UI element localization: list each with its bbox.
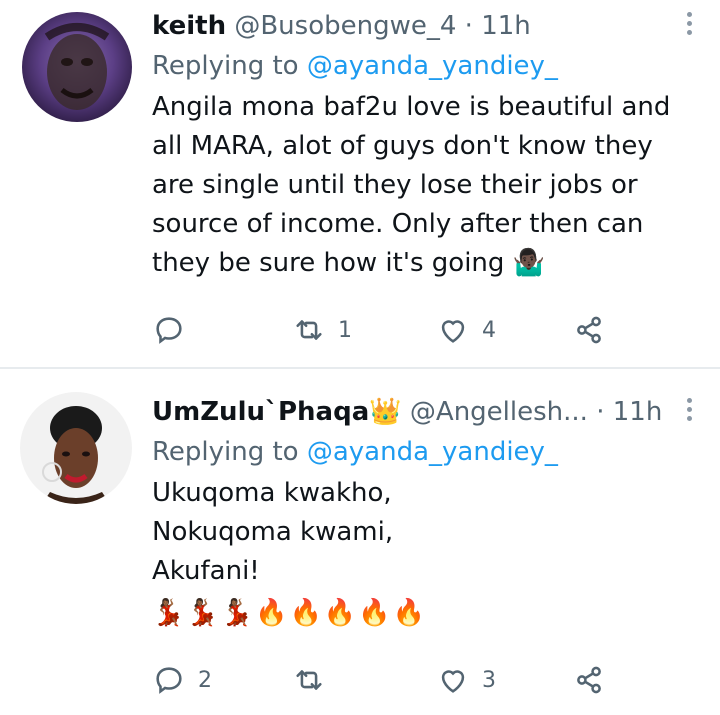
mention-link[interactable]: @ayanda_yandiey_ bbox=[307, 51, 558, 81]
retweet-button[interactable] bbox=[292, 660, 338, 700]
fire-emoji: 🔥 bbox=[358, 597, 391, 628]
retweet-button[interactable]: 1 bbox=[292, 310, 352, 350]
replying-to: Replying to @ayanda_yandiey_ bbox=[152, 434, 700, 470]
tweet-header: UmZulu`Phaqa👑 @Angellesh... · 11h bbox=[152, 392, 700, 432]
display-name[interactable]: keith bbox=[152, 11, 226, 41]
tweet-actions: 2 3 bbox=[152, 660, 700, 700]
reply-count: 2 bbox=[198, 667, 212, 693]
tweet[interactable]: UmZulu`Phaqa👑 @Angellesh... · 11h Replyi… bbox=[0, 370, 720, 715]
retweet-count: 1 bbox=[338, 317, 352, 343]
replying-to-label: Replying to bbox=[152, 51, 299, 81]
more-icon[interactable] bbox=[684, 398, 694, 426]
reply-button[interactable] bbox=[152, 310, 198, 350]
reply-button[interactable]: 2 bbox=[152, 660, 212, 700]
like-count: 3 bbox=[482, 667, 496, 693]
timestamp[interactable]: 11h bbox=[481, 11, 531, 41]
tweet-divider bbox=[0, 367, 720, 369]
tweet-line: Akufani! bbox=[152, 556, 260, 586]
like-count: 4 bbox=[482, 317, 496, 343]
fire-emoji: 🔥 bbox=[289, 597, 322, 628]
like-icon bbox=[441, 670, 465, 693]
avatar[interactable] bbox=[22, 12, 132, 122]
avatar[interactable] bbox=[20, 392, 132, 504]
mention-link[interactable]: @ayanda_yandiey_ bbox=[307, 437, 558, 467]
display-name[interactable]: UmZulu`Phaqa bbox=[152, 397, 369, 427]
reply-icon bbox=[156, 667, 182, 694]
dancer-emoji: 💃🏾 bbox=[186, 597, 219, 628]
replying-to-label: Replying to bbox=[152, 437, 299, 467]
user-handle[interactable]: @Angellesh... bbox=[410, 397, 588, 427]
like-icon bbox=[441, 320, 465, 343]
tweet-text: Ukuqoma kwakho, Nokuqoma kwami, Akufani! bbox=[152, 474, 700, 591]
retweet-icon bbox=[296, 320, 322, 340]
separator-dot: · bbox=[596, 397, 605, 427]
like-button[interactable]: 4 bbox=[436, 310, 496, 350]
crown-emoji: 👑 bbox=[369, 397, 402, 427]
shrug-emoji: 🤷🏿‍♂️ bbox=[512, 248, 546, 278]
tweet-line: Ukuqoma kwakho, bbox=[152, 478, 392, 508]
tweet[interactable]: keith @Busobengwe_4 · 11h Replying to @a… bbox=[0, 0, 720, 368]
emoji-row: 💃🏾 💃🏾 💃🏾 🔥 🔥 🔥 🔥 🔥 bbox=[152, 593, 700, 633]
timestamp[interactable]: 11h bbox=[613, 397, 663, 427]
like-button[interactable]: 3 bbox=[436, 660, 496, 700]
user-handle[interactable]: @Busobengwe_4 bbox=[234, 11, 456, 41]
dancer-emoji: 💃🏾 bbox=[152, 597, 185, 628]
fire-emoji: 🔥 bbox=[392, 597, 425, 628]
tweet-header: keith @Busobengwe_4 · 11h bbox=[152, 6, 700, 46]
reply-icon bbox=[156, 317, 182, 344]
fire-emoji: 🔥 bbox=[323, 597, 357, 628]
separator-dot: · bbox=[464, 11, 473, 41]
replying-to: Replying to @ayanda_yandiey_ bbox=[152, 48, 700, 84]
more-icon[interactable] bbox=[684, 12, 694, 40]
dancer-emoji: 💃🏾 bbox=[220, 597, 254, 628]
tweet-text: Angila mona baf2u love is beautiful and … bbox=[152, 88, 700, 283]
tweet-text-body: Angila mona baf2u love is beautiful and … bbox=[152, 92, 671, 278]
fire-emoji: 🔥 bbox=[255, 597, 288, 628]
share-button[interactable] bbox=[572, 660, 606, 700]
retweet-icon bbox=[296, 670, 322, 690]
share-icon bbox=[577, 316, 601, 344]
share-button[interactable] bbox=[572, 310, 606, 350]
share-icon bbox=[577, 666, 601, 694]
tweet-actions: 1 4 bbox=[152, 310, 700, 350]
tweet-line: Nokuqoma kwami, bbox=[152, 517, 394, 547]
